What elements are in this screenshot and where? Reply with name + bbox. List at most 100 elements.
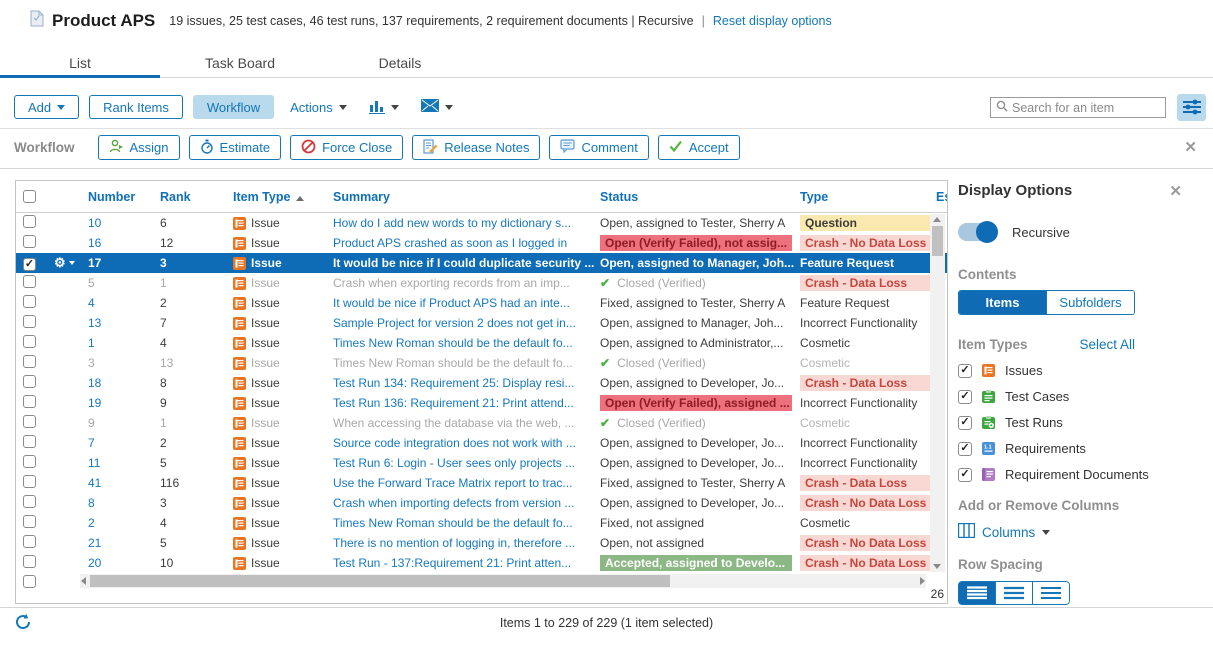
row-number-link[interactable]: 7 <box>88 436 160 450</box>
column-header-summary[interactable]: Summary <box>333 190 390 204</box>
row-checkbox[interactable] <box>23 555 36 568</box>
column-header-number[interactable]: Number <box>88 190 135 204</box>
row-number-link[interactable]: 41 <box>88 476 160 490</box>
item-type-checkbox[interactable]: ✓ <box>958 364 972 378</box>
display-options-toggle-button[interactable] <box>1177 94 1206 121</box>
row-checkbox[interactable] <box>23 515 36 528</box>
assign-button[interactable]: Assign <box>98 135 180 160</box>
reports-button[interactable] <box>363 98 405 117</box>
row-checkbox[interactable] <box>23 235 36 248</box>
scroll-up-icon[interactable] <box>933 217 941 222</box>
recursive-toggle[interactable] <box>958 223 996 241</box>
table-row[interactable]: 313IssueTimes New Roman should be the de… <box>16 353 947 373</box>
item-type-checkbox[interactable]: ✓ <box>958 468 972 482</box>
table-row[interactable]: 24IssueTimes New Roman should be the def… <box>16 513 947 533</box>
rank-items-button[interactable]: Rank Items <box>89 95 183 119</box>
table-row[interactable]: 188IssueTest Run 134: Requirement 25: Di… <box>16 373 947 393</box>
row-number-link[interactable]: 4 <box>88 296 160 310</box>
table-row[interactable]: 51IssueCrash when exporting records from… <box>16 273 947 293</box>
row-summary-link[interactable]: Test Run 136: Requirement 21: Print atte… <box>333 396 600 410</box>
email-button[interactable] <box>415 99 459 115</box>
table-row[interactable]: 215IssueThere is no mention of logging i… <box>16 533 947 553</box>
row-summary-link[interactable]: Product APS crashed as soon as I logged … <box>333 236 600 250</box>
row-summary-link[interactable]: Source code integration does not work wi… <box>333 436 600 450</box>
table-row[interactable]: 2010IssueTest Run - 137:Requirement 21: … <box>16 553 947 573</box>
item-type-checkbox[interactable]: ✓ <box>958 416 972 430</box>
column-header-status[interactable]: Status <box>600 190 638 204</box>
contents-subfolders-tab[interactable]: Subfolders <box>1046 291 1134 314</box>
table-row[interactable]: 91IssueWhen accessing the database via t… <box>16 413 947 433</box>
row-number-link[interactable]: 3 <box>88 356 160 370</box>
table-row[interactable]: 1612IssueProduct APS crashed as soon as … <box>16 233 947 253</box>
scroll-down-icon[interactable] <box>933 564 941 569</box>
row-checkbox[interactable]: ✓ <box>23 258 36 271</box>
row-summary-link[interactable]: Crash when importing defects from versio… <box>333 496 600 510</box>
vertical-scrollbar[interactable] <box>930 214 945 572</box>
estimate-button[interactable]: Estimate <box>189 135 282 160</box>
row-number-link[interactable]: 21 <box>88 536 160 550</box>
row-summary-link[interactable]: When accessing the database via the web,… <box>333 416 600 430</box>
row-number-link[interactable]: 5 <box>88 276 160 290</box>
table-row[interactable]: 14IssueTimes New Roman should be the def… <box>16 333 947 353</box>
reset-display-options-link[interactable]: Reset display options <box>713 14 832 28</box>
actions-button[interactable]: Actions <box>284 100 353 115</box>
row-number-link[interactable]: 20 <box>88 556 160 570</box>
row-spacing-spacious-button[interactable] <box>1032 581 1070 605</box>
row-spacing-compact-button[interactable] <box>958 581 996 605</box>
row-checkbox[interactable] <box>23 495 36 508</box>
column-header-item-type[interactable]: Item Type <box>233 190 304 204</box>
row-summary-link[interactable]: It would be nice if I could duplicate se… <box>333 256 600 270</box>
item-type-checkbox[interactable]: ✓ <box>958 390 972 404</box>
select-all-link[interactable]: Select All <box>1079 337 1135 352</box>
item-type-checkbox[interactable]: ✓ <box>958 442 972 456</box>
row-checkbox[interactable] <box>23 395 36 408</box>
row-checkbox[interactable] <box>23 275 36 288</box>
row-checkbox[interactable] <box>23 475 36 488</box>
row-checkbox[interactable] <box>23 575 36 588</box>
table-row[interactable]: ✓⚙173IssueIt would be nice if I could du… <box>16 253 947 273</box>
horizontal-scroll-thumb[interactable] <box>90 575 670 587</box>
row-number-link[interactable]: 17 <box>88 256 160 270</box>
table-row[interactable]: 137IssueSample Project for version 2 doe… <box>16 313 947 333</box>
add-button[interactable]: Add <box>14 95 79 119</box>
row-summary-link[interactable]: Times New Roman should be the default fo… <box>333 336 600 350</box>
row-number-link[interactable]: 10 <box>88 216 160 230</box>
select-all-checkbox[interactable] <box>23 190 36 203</box>
table-row[interactable]: 83IssueCrash when importing defects from… <box>16 493 947 513</box>
row-number-link[interactable]: 18 <box>88 376 160 390</box>
release-notes-button[interactable]: Release Notes <box>412 135 540 160</box>
table-row[interactable]: 106IssueHow do I add new words to my dic… <box>16 213 947 233</box>
row-summary-link[interactable]: Times New Roman should be the default fo… <box>333 516 600 530</box>
row-spacing-medium-button[interactable] <box>995 581 1033 605</box>
scroll-left-icon[interactable] <box>81 577 86 585</box>
workflow-button[interactable]: Workflow <box>193 95 274 119</box>
column-header-type[interactable]: Type <box>800 190 828 204</box>
row-summary-link[interactable]: It would be nice if Product APS had an i… <box>333 296 600 310</box>
row-number-link[interactable]: 1 <box>88 336 160 350</box>
close-display-options-icon[interactable]: ✕ <box>1169 184 1182 199</box>
table-row[interactable]: 115IssueTest Run 6: Login - User sees on… <box>16 453 947 473</box>
tab-task-board[interactable]: Task Board <box>160 47 320 78</box>
search-input[interactable] <box>1012 101 1160 115</box>
table-row[interactable]: 41116IssueUse the Forward Trace Matrix r… <box>16 473 947 493</box>
column-header-estimate[interactable]: Es <box>936 190 948 204</box>
row-summary-link[interactable]: Times New Roman should be the default fo… <box>333 356 600 370</box>
row-checkbox[interactable] <box>23 295 36 308</box>
row-summary-link[interactable]: Test Run 6: Login - User sees only proje… <box>333 456 600 470</box>
close-workflow-bar-icon[interactable]: ✕ <box>1184 140 1197 155</box>
row-number-link[interactable]: 8 <box>88 496 160 510</box>
row-actions-gear-icon[interactable]: ⚙ <box>54 255 75 271</box>
row-checkbox[interactable] <box>23 375 36 388</box>
row-checkbox[interactable] <box>23 315 36 328</box>
row-number-link[interactable]: 11 <box>88 456 160 470</box>
row-number-link[interactable]: 19 <box>88 396 160 410</box>
contents-items-tab[interactable]: Items <box>959 291 1046 314</box>
horizontal-scrollbar[interactable] <box>80 574 926 588</box>
comment-button[interactable]: Comment <box>549 135 648 160</box>
column-header-rank[interactable]: Rank <box>160 190 191 204</box>
scroll-right-icon[interactable] <box>920 577 925 585</box>
row-checkbox[interactable] <box>23 435 36 448</box>
table-row[interactable]: 199IssueTest Run 136: Requirement 21: Pr… <box>16 393 947 413</box>
table-row[interactable]: 42IssueIt would be nice if Product APS h… <box>16 293 947 313</box>
row-number-link[interactable]: 9 <box>88 416 160 430</box>
